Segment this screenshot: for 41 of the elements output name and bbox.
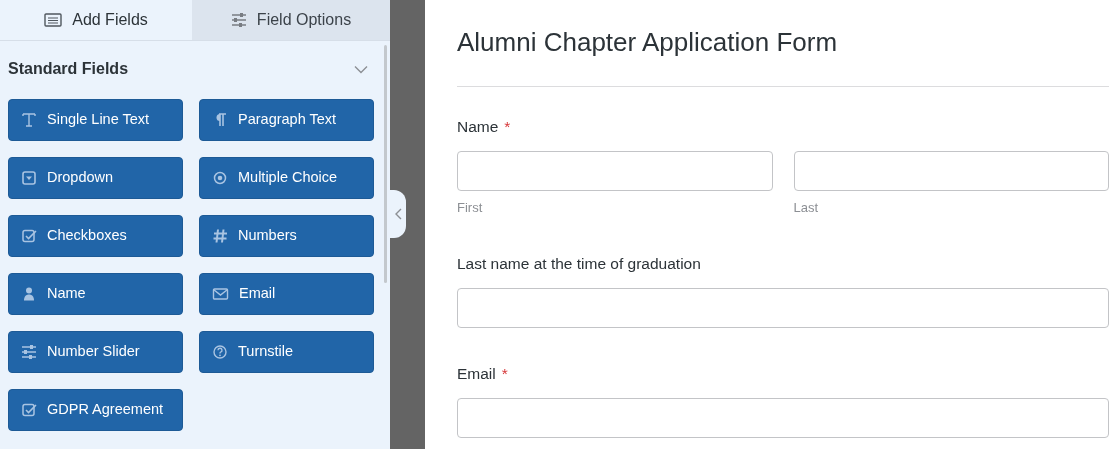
section-title: Standard Fields <box>8 59 129 79</box>
envelope-icon <box>212 286 229 302</box>
checkbox-icon <box>21 402 37 418</box>
field-button[interactable]: GDPR Agreement <box>8 389 183 431</box>
input-field[interactable] <box>457 151 773 192</box>
field-button[interactable]: Number Slider <box>8 331 183 373</box>
sublabel: First <box>457 199 484 218</box>
sublabel: Last <box>793 199 820 218</box>
sliders-icon <box>230 12 247 28</box>
form-title: Alumni Chapter Application Form <box>457 26 839 59</box>
field-button[interactable]: Name <box>8 273 183 315</box>
dropdown-icon <box>21 170 37 186</box>
required-mark: * <box>501 365 508 382</box>
chevron-down-icon[interactable] <box>354 65 368 75</box>
tab[interactable]: Field Options <box>192 0 390 40</box>
radio-icon <box>212 170 228 186</box>
required-mark: * <box>504 118 511 135</box>
text-icon <box>21 112 37 128</box>
field-button[interactable]: Numbers <box>199 215 374 257</box>
person-icon <box>21 286 37 302</box>
scrollbar-thumb[interactable] <box>384 45 387 283</box>
field-button[interactable]: Email <box>199 273 374 315</box>
field-button[interactable]: Multiple Choice <box>199 157 374 199</box>
field-button[interactable]: Checkboxes <box>8 215 183 257</box>
field-label: Name <box>457 118 499 135</box>
question-icon <box>212 344 228 360</box>
list-icon <box>44 12 63 28</box>
hash-icon <box>212 228 228 244</box>
input-field[interactable] <box>457 398 1109 439</box>
input-field[interactable] <box>793 151 1109 192</box>
sliders-icon <box>21 344 37 360</box>
field-label: Last name at the time of graduation <box>457 254 701 272</box>
field-label: Email <box>457 365 496 382</box>
field-button[interactable]: Turnstile <box>199 331 374 373</box>
input-field[interactable] <box>457 288 1109 328</box>
field-button[interactable]: Dropdown <box>8 157 183 199</box>
field-button[interactable]: Paragraph Text <box>199 99 374 141</box>
checkbox-icon <box>21 228 37 244</box>
field-button[interactable]: Single Line Text <box>8 99 183 141</box>
collapse-handle[interactable] <box>390 189 406 238</box>
chevron-left-icon <box>394 207 402 220</box>
